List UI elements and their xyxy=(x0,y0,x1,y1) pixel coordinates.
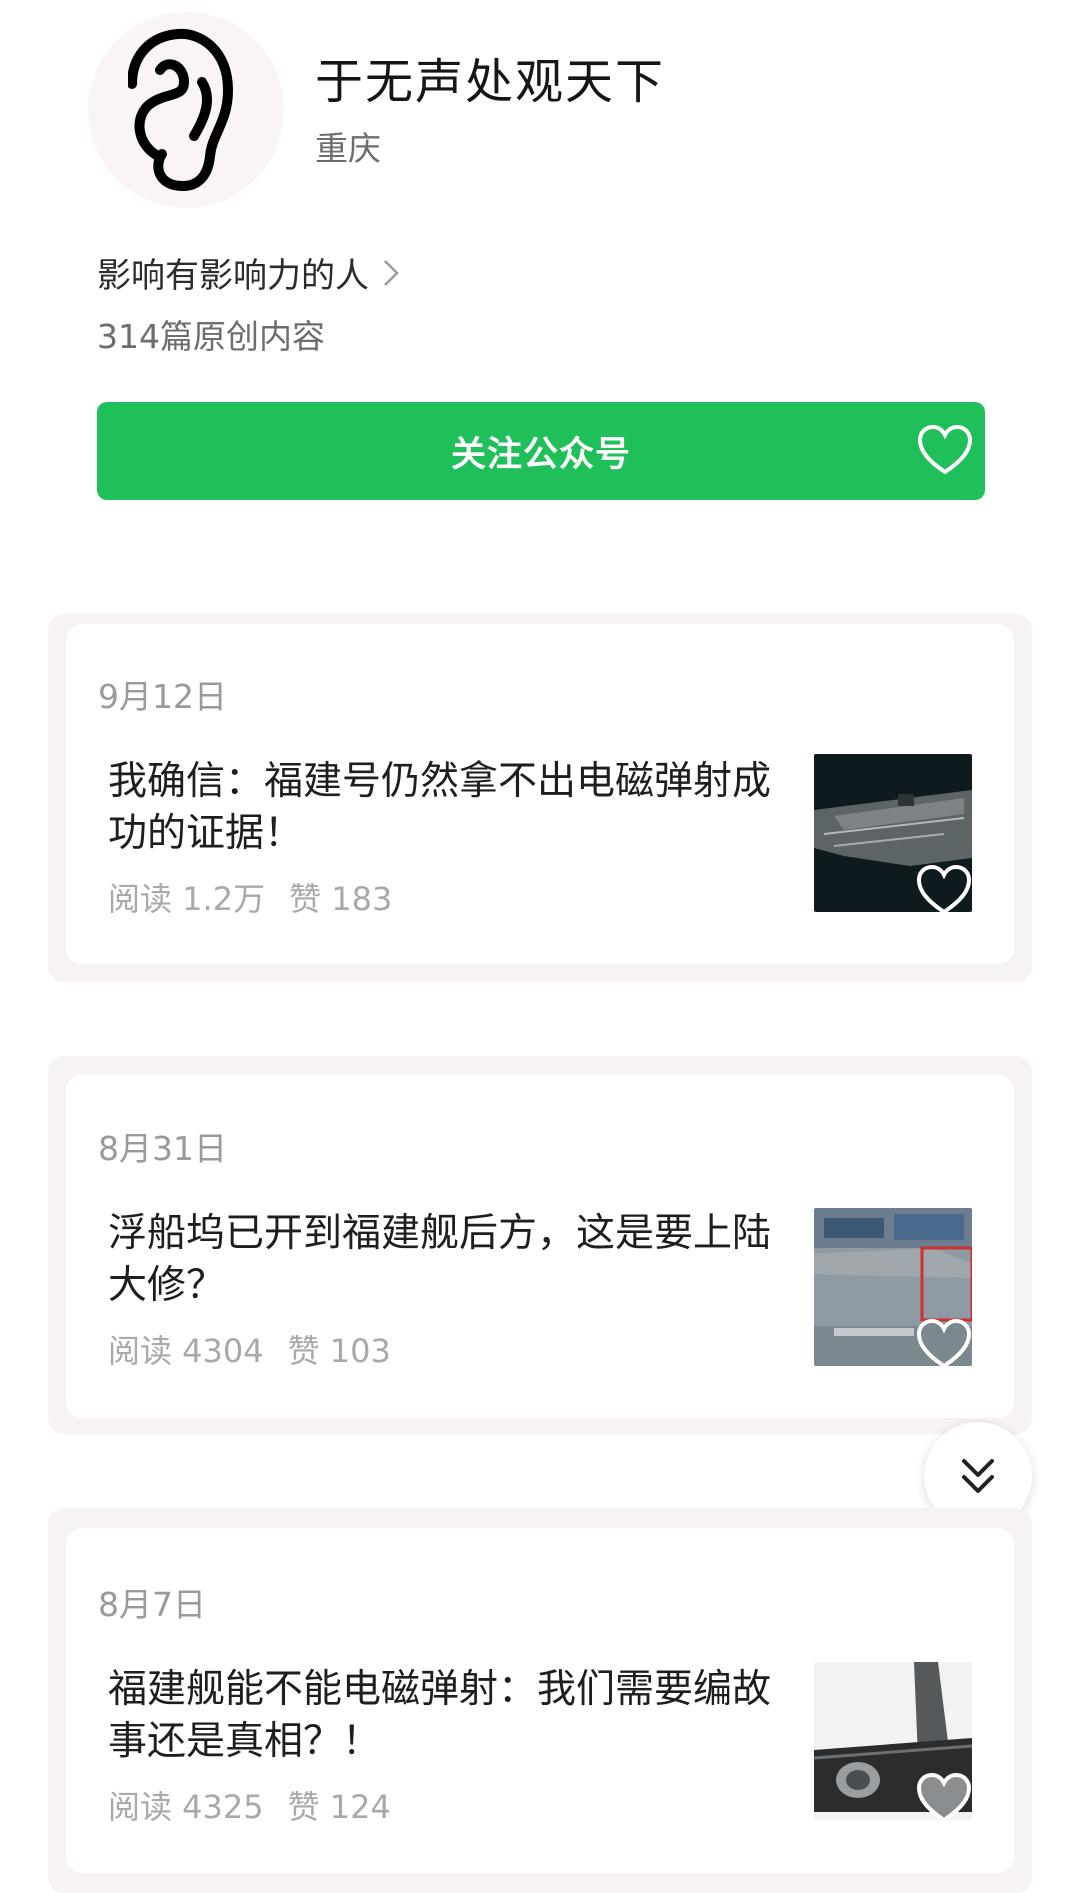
article-likes: 赞 124 xyxy=(287,1788,391,1826)
article-card[interactable]: 8月7日 福建舰能不能电磁弹射：我们需要编故事还是真相？！ 阅读 4325 赞 1… xyxy=(66,1528,1014,1873)
account-intro-link[interactable]: 影响有影响力的人 xyxy=(97,248,399,297)
article-title: 浮船坞已开到福建舰后方，这是要上陆大修？ xyxy=(108,1211,772,1308)
article-date: 9月12日 xyxy=(98,677,227,716)
article-likes: 赞 103 xyxy=(287,1332,391,1370)
article-stats: 阅读 4325 赞 124 xyxy=(108,1782,391,1828)
article-card[interactable]: 8月31日 浮船坞已开到福建舰后方，这是要上陆大修？ 阅读 4304 赞 103 xyxy=(66,1074,1014,1418)
heart-icon xyxy=(916,1318,972,1366)
heart-icon xyxy=(917,424,973,485)
article-likes: 赞 183 xyxy=(289,880,393,918)
article-reads: 阅读 4304 xyxy=(108,1332,264,1370)
account-slogan: 影响有影响力的人 xyxy=(97,256,369,296)
original-article-count: 314篇原创内容 xyxy=(97,317,325,356)
double-chevron-down-icon xyxy=(962,1459,994,1493)
article-title: 福建舰能不能电磁弹射：我们需要编故事还是真相？！ xyxy=(108,1667,772,1764)
article-date: 8月31日 xyxy=(98,1129,227,1168)
article-title: 我确信：福建号仍然拿不出电磁弹射成功的证据！ xyxy=(108,759,772,856)
article-stats: 阅读 4304 赞 103 xyxy=(108,1326,391,1372)
article-reads: 阅读 1.2万 xyxy=(108,880,266,918)
ear-icon xyxy=(128,28,234,191)
heart-icon xyxy=(916,1772,972,1820)
follow-button[interactable]: 关注公众号 xyxy=(97,402,985,500)
article-stats: 阅读 1.2万赞 183 xyxy=(108,874,392,920)
article-thumbnail xyxy=(814,1208,972,1366)
heart-icon xyxy=(916,864,972,912)
chevron-right-icon xyxy=(383,259,399,287)
article-reads: 阅读 4325 xyxy=(108,1788,264,1826)
article-thumbnail xyxy=(814,1662,972,1820)
account-region: 重庆 xyxy=(315,129,381,168)
account-name: 于无声处观天下 xyxy=(315,54,666,110)
account-profile-page: 于无声处观天下 重庆 影响有影响力的人 314篇原创内容 关注公众号 9月12日… xyxy=(0,0,1080,1893)
article-card[interactable]: 9月12日 我确信：福建号仍然拿不出电磁弹射成功的证据！ 阅读 1.2万赞 18… xyxy=(66,624,1014,964)
article-thumbnail xyxy=(814,754,972,912)
avatar[interactable] xyxy=(88,12,284,208)
article-date: 8月7日 xyxy=(98,1585,206,1624)
follow-button-label: 关注公众号 xyxy=(450,434,631,475)
